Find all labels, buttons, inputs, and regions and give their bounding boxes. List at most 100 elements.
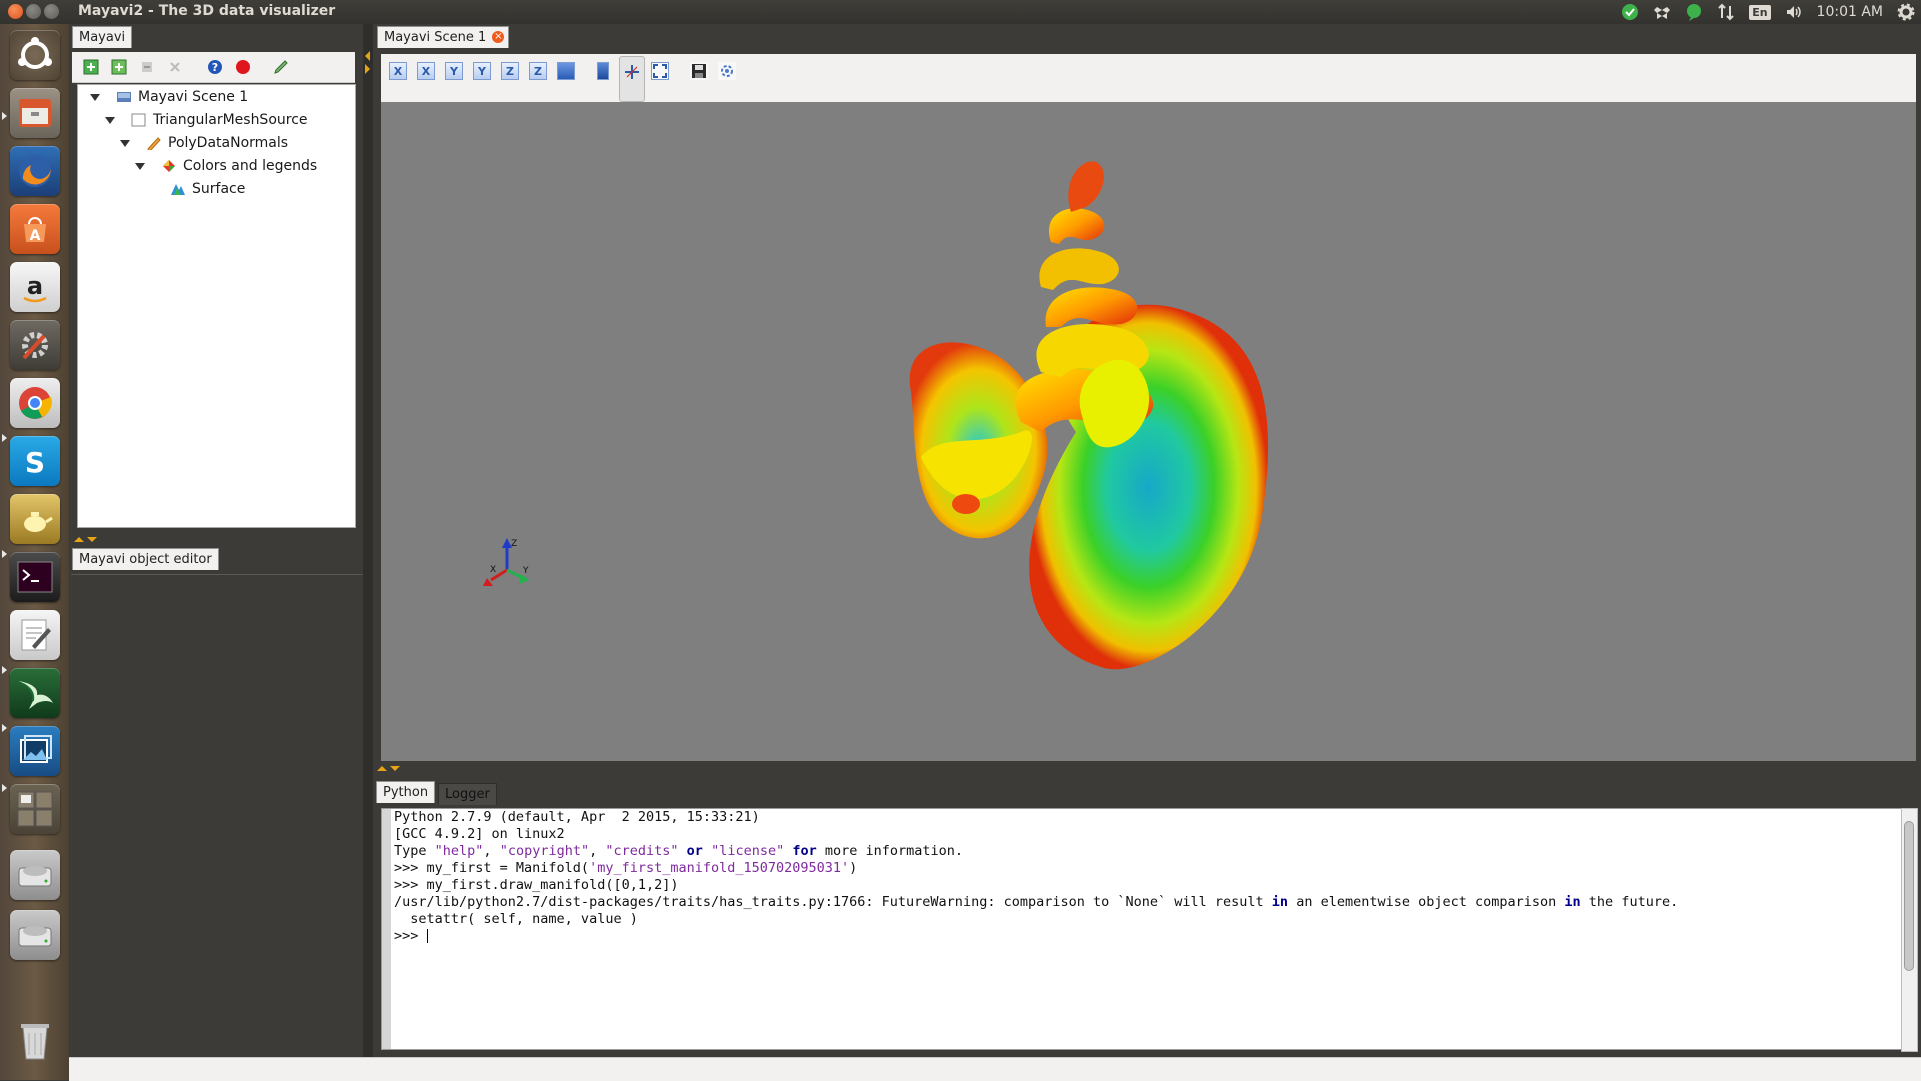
full-screen-icon[interactable] — [651, 62, 669, 80]
console-prompt[interactable]: >>> — [394, 928, 427, 944]
add-module-icon[interactable] — [139, 59, 155, 75]
tree-label: Colors and legends — [183, 158, 318, 174]
console-scrollbar[interactable] — [1901, 808, 1918, 1052]
tree-node-module-manager[interactable]: Colors and legends — [135, 155, 317, 177]
tree-label: Mayavi Scene 1 — [138, 89, 249, 105]
console-line: >>> my_first = Manifold('my_first_manifo… — [394, 860, 858, 876]
close-window-button[interactable] — [8, 4, 23, 19]
dropbox-icon[interactable] — [1653, 3, 1671, 21]
axes-icon — [625, 65, 639, 79]
remove-icon[interactable] — [167, 59, 183, 75]
3d-scene-viewport[interactable]: X Y Z — [381, 102, 1916, 761]
console-line: >>> my_first.draw_manifold([0,1,2]) — [394, 877, 679, 893]
horizontal-splitter[interactable] — [71, 533, 363, 547]
tab-python[interactable]: Python — [376, 781, 436, 803]
keyboard-layout-indicator[interactable]: En — [1749, 3, 1771, 21]
mayavi-icon[interactable] — [10, 668, 60, 718]
toggle-axes-button[interactable] — [619, 56, 645, 102]
pipeline-tree: Mayavi Scene 1 TriangularMeshSource Poly… — [77, 84, 356, 528]
view-y-pos-icon[interactable]: Y — [445, 62, 463, 80]
console-line: Python 2.7.9 (default, Apr 2 2015, 15:33… — [394, 809, 760, 825]
running-indicator-icon — [2, 666, 7, 674]
view-z-pos-icon[interactable]: Z — [501, 62, 519, 80]
expand-arrow-icon[interactable] — [120, 139, 130, 147]
tree-node-surface[interactable]: Surface — [170, 178, 245, 200]
tree-label: TriangularMeshSource — [153, 112, 308, 128]
add-filter-icon[interactable] — [111, 59, 127, 75]
session-gear-icon[interactable] — [1897, 3, 1915, 21]
maximize-window-button[interactable] — [44, 4, 59, 19]
add-data-icon[interactable] — [83, 59, 99, 75]
spiral-band-4 — [1039, 248, 1119, 290]
volume-icon[interactable] — [1785, 3, 1803, 21]
terminal-icon[interactable] — [10, 552, 60, 602]
tree-label: Surface — [192, 181, 246, 197]
running-indicator-icon — [2, 724, 7, 732]
amazon-icon[interactable]: a — [10, 262, 60, 312]
text-editor-icon[interactable] — [10, 610, 60, 660]
save-icon[interactable] — [690, 62, 708, 80]
orientation-axes: X Y Z — [483, 538, 529, 586]
top-panel: Mayavi2 - The 3D data visualizer En 10:0… — [0, 0, 1921, 24]
software-center-icon[interactable]: A — [10, 204, 60, 254]
scene-icon — [117, 92, 131, 102]
bottom-splitter[interactable] — [374, 762, 1919, 776]
drive-icon[interactable] — [10, 850, 60, 900]
view-y-neg-icon[interactable]: Y — [473, 62, 491, 80]
text-cursor — [426, 929, 428, 943]
axis-y-label: Y — [522, 566, 529, 576]
record-icon[interactable] — [235, 59, 251, 75]
tree-node-scene[interactable]: Mayavi Scene 1 — [90, 86, 248, 108]
tab-mayavi-object-editor[interactable]: Mayavi object editor — [72, 548, 219, 570]
surface-icon — [171, 184, 185, 195]
drive-icon-2[interactable] — [10, 910, 60, 960]
configure-scene-icon[interactable] — [718, 62, 736, 80]
tab-mayavi[interactable]: Mayavi — [72, 26, 133, 48]
tree-node-source[interactable]: TriangularMeshSource — [105, 109, 308, 131]
scene-tab-label: Mayavi Scene 1 — [384, 30, 487, 45]
vertical-splitter[interactable] — [363, 24, 373, 1057]
image-viewer-icon[interactable] — [10, 726, 60, 776]
clock[interactable]: 10:01 AM — [1817, 4, 1883, 20]
view-x-pos-icon[interactable]: X — [389, 62, 407, 80]
expand-arrow-icon[interactable] — [135, 162, 145, 170]
skype-icon[interactable]: S — [10, 436, 60, 486]
chrome-icon[interactable] — [10, 378, 60, 428]
trash-icon[interactable] — [10, 1016, 60, 1066]
minimize-window-button[interactable] — [26, 4, 41, 19]
isometric-view-icon[interactable] — [557, 62, 575, 80]
tab-logger[interactable]: Logger — [438, 783, 497, 805]
close-tab-icon[interactable]: × — [492, 31, 505, 43]
firefox-icon[interactable] — [10, 146, 60, 196]
expand-arrow-icon[interactable] — [105, 116, 115, 124]
window-title: Mayavi2 - The 3D data visualizer — [78, 3, 336, 19]
expand-arrow-icon[interactable] — [90, 93, 100, 101]
system-settings-icon[interactable] — [10, 320, 60, 370]
python-shell[interactable]: Python 2.7.9 (default, Apr 2 2015, 15:33… — [381, 808, 1903, 1050]
tree-node-filter[interactable]: PolyDataNormals — [120, 132, 288, 154]
svg-text:S: S — [25, 446, 45, 479]
funnel-tip — [952, 494, 980, 514]
teapot-app-icon[interactable] — [10, 494, 60, 544]
help-icon[interactable]: ? — [207, 59, 223, 75]
check-update-icon[interactable] — [1621, 3, 1639, 21]
tab-mayavi-scene[interactable]: Mayavi Scene 1 × — [377, 26, 510, 48]
scrollbar-thumb[interactable] — [1904, 821, 1914, 971]
bottom-tabbar: Python Logger — [374, 778, 1919, 808]
pipeline-toolbar: ? — [72, 52, 355, 83]
console-line: Type "help", "copyright", "credits" or "… — [394, 843, 964, 859]
edit-properties-icon[interactable] — [273, 59, 289, 75]
parallel-projection-icon[interactable] — [597, 62, 609, 80]
files-icon[interactable] — [10, 88, 60, 138]
view-x-neg-icon[interactable]: X — [417, 62, 435, 80]
colors-legends-icon — [163, 160, 175, 172]
running-indicator-icon — [2, 550, 7, 558]
ubuntu-dash-icon[interactable] — [10, 30, 60, 80]
chat-status-icon[interactable] — [1685, 3, 1703, 21]
scene-toolbar: X X Y Y Z Z — [381, 54, 1916, 102]
network-icon[interactable] — [1717, 3, 1735, 21]
console-line: /usr/lib/python2.7/dist-packages/traits/… — [394, 894, 1679, 910]
view-z-neg-icon[interactable]: Z — [529, 62, 547, 80]
workspace-switcher-icon[interactable] — [10, 784, 60, 834]
shell-gutter — [382, 809, 391, 1049]
